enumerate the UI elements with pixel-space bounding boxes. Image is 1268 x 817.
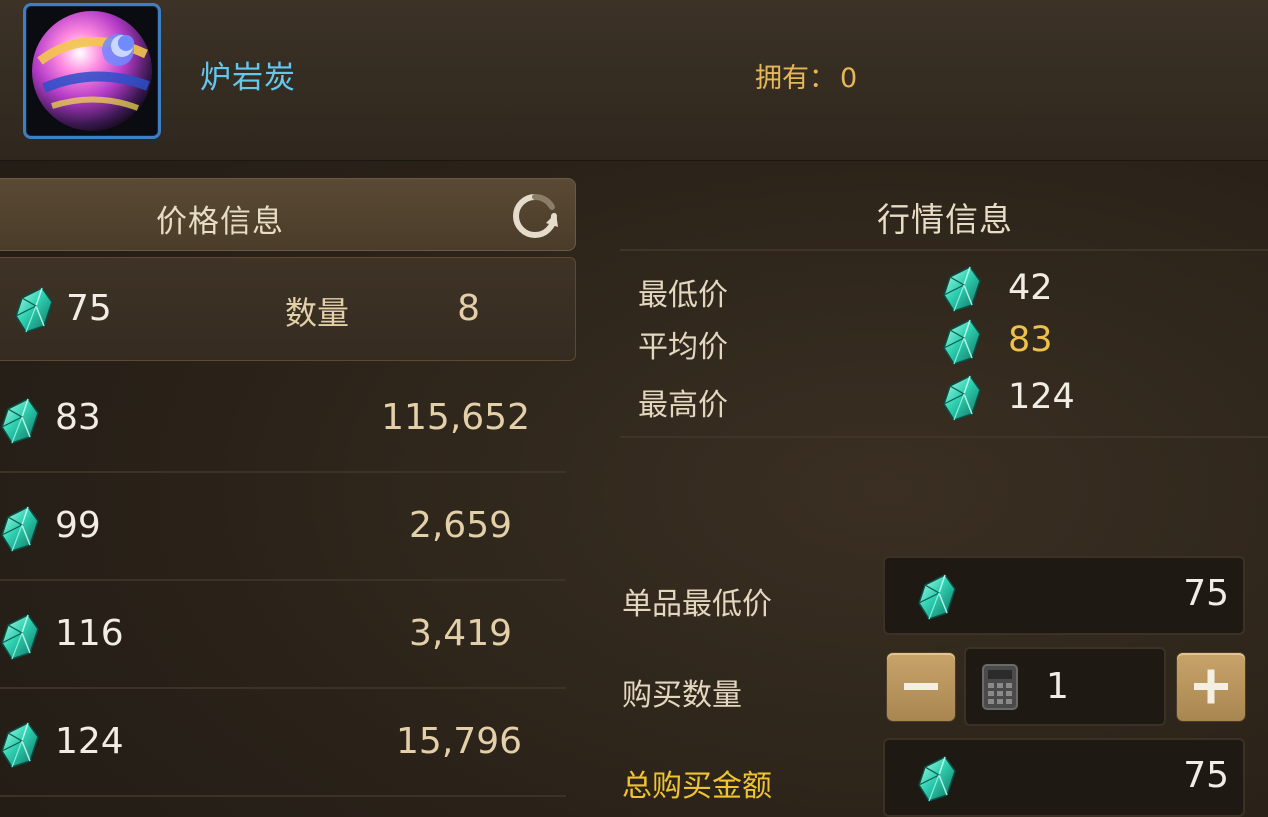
gem-icon bbox=[942, 265, 982, 313]
gem-icon bbox=[0, 505, 40, 553]
gem-icon bbox=[0, 397, 40, 445]
divider bbox=[620, 249, 1268, 251]
listing-price: 116 bbox=[55, 613, 124, 654]
stat-label-min: 最低价 bbox=[638, 278, 728, 313]
listing-row[interactable]: 124 15,796 bbox=[0, 691, 566, 797]
total-field: 75 bbox=[883, 738, 1245, 817]
unit-price-field: 75 bbox=[883, 556, 1245, 635]
market-info-title: 行情信息 bbox=[877, 200, 1013, 239]
divider bbox=[620, 436, 1268, 438]
listing-quantity: 115,652 bbox=[381, 397, 530, 438]
listing-row[interactable]: 83 115,652 bbox=[0, 367, 566, 473]
listing-quantity: 3,419 bbox=[408, 613, 512, 654]
quantity-label: 购买数量 bbox=[622, 678, 742, 713]
listing-quantity: 8 bbox=[457, 288, 480, 329]
owned-count: 拥有： 0 bbox=[755, 56, 857, 95]
unit-price-label: 单品最低价 bbox=[622, 587, 772, 622]
listing-row[interactable]: 99 2,659 bbox=[0, 475, 566, 581]
gem-icon bbox=[917, 755, 957, 803]
listing-price: 99 bbox=[55, 505, 101, 546]
minus-icon bbox=[904, 683, 938, 690]
stat-label-max: 最高价 bbox=[638, 388, 728, 423]
total-value: 75 bbox=[1183, 755, 1229, 796]
listing-price: 124 bbox=[55, 721, 124, 762]
listing-price: 83 bbox=[55, 397, 101, 438]
orb-icon[interactable] bbox=[23, 3, 161, 139]
stat-label-avg: 平均价 bbox=[638, 330, 728, 365]
gem-icon bbox=[917, 573, 957, 621]
refresh-icon[interactable] bbox=[510, 191, 560, 241]
listing-row[interactable]: 116 3,419 bbox=[0, 583, 566, 689]
owned-value: 0 bbox=[840, 63, 858, 94]
gem-icon bbox=[942, 318, 982, 366]
stat-value-avg: 83 bbox=[1008, 320, 1053, 360]
stat-value-min: 42 bbox=[1008, 268, 1053, 308]
item-name: 炉岩炭 bbox=[200, 60, 296, 96]
owned-label: 拥有： bbox=[755, 63, 836, 94]
selected-listing-row[interactable]: 75 数量 8 bbox=[0, 257, 576, 361]
total-label: 总购买金额 bbox=[622, 769, 772, 804]
unit-price-value: 75 bbox=[1183, 573, 1229, 614]
quantity-input[interactable]: 1 bbox=[964, 647, 1166, 726]
listing-quantity: 2,659 bbox=[408, 505, 512, 546]
listing-price: 75 bbox=[66, 288, 112, 329]
calculator-icon[interactable] bbox=[980, 663, 1020, 711]
quantity-value: 1 bbox=[1046, 666, 1069, 707]
gem-icon bbox=[0, 721, 40, 769]
price-info-title: 价格信息 bbox=[156, 204, 284, 240]
gem-icon bbox=[942, 374, 982, 422]
minus-button[interactable] bbox=[887, 653, 955, 721]
listing-quantity: 15,796 bbox=[396, 721, 522, 762]
plus-button[interactable] bbox=[1177, 653, 1245, 721]
price-info-header: 价格信息 bbox=[0, 178, 576, 251]
item-header: 炉岩炭 拥有： 0 bbox=[0, 0, 1268, 161]
plus-icon bbox=[1194, 669, 1228, 704]
gem-icon bbox=[14, 286, 54, 334]
stat-value-max: 124 bbox=[1008, 377, 1075, 417]
gem-icon bbox=[0, 613, 40, 661]
quantity-label: 数量 bbox=[285, 294, 350, 332]
